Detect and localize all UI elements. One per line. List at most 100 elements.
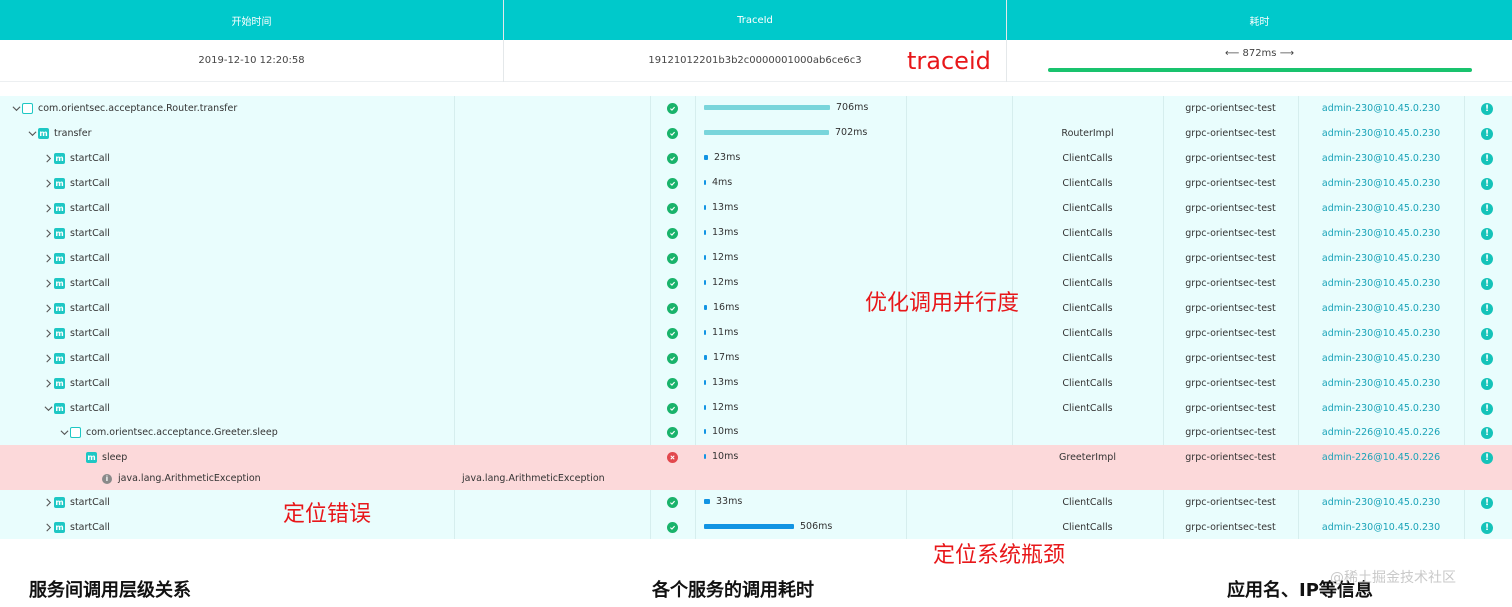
span-row[interactable]: m startCall 13ms ClientCalls grpc-orientsec-… bbox=[0, 371, 1512, 396]
span-row[interactable]: m startCall 16ms ClientCalls grpc-orientsec-… bbox=[0, 296, 1512, 321]
instance-ip-link[interactable]: admin-230@10.45.0.230 bbox=[1298, 121, 1464, 146]
span-detail-icon[interactable]: ! bbox=[1481, 327, 1493, 340]
span-row[interactable]: m startCall 13ms ClientCalls grpc-orientsec-… bbox=[0, 221, 1512, 246]
duration-bar bbox=[704, 429, 706, 434]
span-detail-icon[interactable]: ! bbox=[1481, 177, 1493, 190]
instance-ip-link[interactable]: admin-226@10.45.0.226 bbox=[1298, 420, 1464, 445]
chevron-down-icon[interactable] bbox=[58, 427, 70, 439]
success-check-icon bbox=[667, 328, 678, 339]
span-row[interactable]: m startCall 4ms ClientCalls grpc-orientsec-t… bbox=[0, 171, 1512, 196]
span-detail-icon[interactable]: ! bbox=[1481, 352, 1493, 365]
chevron-right-icon[interactable] bbox=[42, 153, 54, 165]
span-name-cell: i java.lang.ArithmeticException bbox=[90, 466, 261, 491]
span-row[interactable]: m startCall 11ms ClientCalls grpc-orientsec-… bbox=[0, 321, 1512, 346]
component-name: RouterImpl bbox=[1061, 128, 1114, 139]
duration-cell: 12ms bbox=[696, 246, 906, 271]
span-row[interactable]: m startCall 12ms ClientCalls grpc-orientsec-… bbox=[0, 246, 1512, 271]
span-detail-icon[interactable]: ! bbox=[1481, 277, 1493, 290]
span-name: startCall bbox=[70, 253, 110, 264]
instance-ip-link[interactable]: admin-230@10.45.0.230 bbox=[1298, 221, 1464, 246]
duration-bar bbox=[704, 155, 708, 160]
span-row[interactable]: m startCall 33ms ClientCalls grpc-orientsec-… bbox=[0, 490, 1512, 515]
span-detail-icon[interactable]: ! bbox=[1481, 227, 1493, 240]
status-cell bbox=[667, 121, 678, 146]
span-row[interactable]: com.orientsec.acceptance.Router.transfer… bbox=[0, 96, 1512, 121]
instance-ip-link[interactable]: admin-230@10.45.0.230 bbox=[1298, 490, 1464, 515]
component-name: ClientCalls bbox=[1062, 278, 1113, 289]
chevron-down-icon[interactable] bbox=[42, 403, 54, 415]
instance-ip-link[interactable]: admin-230@10.45.0.230 bbox=[1298, 296, 1464, 321]
instance-ip-link[interactable]: admin-230@10.45.0.230 bbox=[1298, 396, 1464, 421]
chevron-right-icon[interactable] bbox=[42, 203, 54, 215]
duration-bar bbox=[704, 355, 707, 360]
method-icon: m bbox=[54, 328, 65, 339]
instance-ip-link[interactable]: admin-230@10.45.0.230 bbox=[1298, 346, 1464, 371]
span-name: startCall bbox=[70, 153, 110, 164]
chevron-right-icon[interactable] bbox=[42, 253, 54, 265]
chevron-right-icon[interactable] bbox=[42, 522, 54, 534]
instance-ip-link[interactable]: admin-230@10.45.0.230 bbox=[1298, 196, 1464, 221]
chevron-right-icon[interactable] bbox=[42, 303, 54, 315]
instance-ip-link[interactable]: admin-230@10.45.0.230 bbox=[1298, 171, 1464, 196]
span-row[interactable]: m startCall 17ms ClientCalls grpc-orientsec-… bbox=[0, 346, 1512, 371]
chevron-right-icon[interactable] bbox=[42, 328, 54, 340]
span-row[interactable]: m transfer 702ms RouterImpl grpc-orientsec-t… bbox=[0, 121, 1512, 146]
chevron-right-icon[interactable] bbox=[42, 353, 54, 365]
span-detail-icon[interactable]: ! bbox=[1481, 252, 1493, 265]
span-row[interactable]: com.orientsec.acceptance.Greeter.sleep 10… bbox=[0, 420, 1512, 445]
duration-cell: 13ms bbox=[696, 196, 906, 221]
chevron-right-icon[interactable] bbox=[42, 278, 54, 290]
status-cell bbox=[667, 171, 678, 196]
duration-cell: ⟵ 872ms ⟶ bbox=[1007, 40, 1512, 82]
span-detail-icon[interactable]: ! bbox=[1481, 451, 1493, 464]
instance-ip-link[interactable]: admin-230@10.45.0.230 bbox=[1298, 246, 1464, 271]
instance-ip-link[interactable]: admin-230@10.45.0.230 bbox=[1298, 271, 1464, 296]
duration-label: 4ms bbox=[712, 177, 733, 188]
span-row[interactable]: m startCall 12ms ClientCalls grpc-orientsec-… bbox=[0, 271, 1512, 296]
span-row[interactable]: m sleep 10ms GreeterImpl grpc-orientsec-test… bbox=[0, 445, 1512, 466]
action-cell: ! bbox=[1481, 246, 1493, 271]
span-detail-icon[interactable]: ! bbox=[1481, 152, 1493, 165]
chevron-down-icon[interactable] bbox=[10, 103, 22, 115]
span-detail-icon[interactable]: ! bbox=[1481, 496, 1493, 509]
chevron-right-icon[interactable] bbox=[42, 497, 54, 509]
method-icon: m bbox=[54, 378, 65, 389]
status-cell bbox=[667, 515, 678, 540]
span-detail-icon[interactable]: ! bbox=[1481, 127, 1493, 140]
instance-ip-link[interactable]: admin-230@10.45.0.230 bbox=[1298, 96, 1464, 121]
instance-ip-link[interactable]: admin-230@10.45.0.230 bbox=[1298, 146, 1464, 171]
total-duration-value: 872ms bbox=[1242, 48, 1277, 59]
duration-cell: 506ms bbox=[696, 515, 906, 540]
span-row[interactable]: m startCall 506ms ClientCalls grpc-orientsec… bbox=[0, 515, 1512, 540]
instance-ip-link[interactable]: admin-230@10.45.0.230 bbox=[1298, 371, 1464, 396]
action-cell: ! bbox=[1481, 420, 1493, 445]
span-name: transfer bbox=[54, 128, 92, 139]
method-icon: m bbox=[54, 253, 65, 264]
start-time-value: 2019-12-10 12:20:58 bbox=[0, 40, 503, 82]
duration-cell: 33ms bbox=[696, 490, 906, 515]
span-name: startCall bbox=[70, 278, 110, 289]
duration-bar bbox=[704, 330, 706, 335]
duration-cell: 12ms bbox=[696, 396, 906, 421]
instance-ip-link[interactable]: admin-230@10.45.0.230 bbox=[1298, 321, 1464, 346]
span-name-cell: com.orientsec.acceptance.Router.transfer bbox=[10, 96, 237, 121]
span-detail-icon[interactable]: ! bbox=[1481, 426, 1493, 439]
chevron-right-icon[interactable] bbox=[42, 228, 54, 240]
span-detail-icon[interactable]: ! bbox=[1481, 521, 1493, 534]
span-row[interactable]: m startCall 23ms ClientCalls grpc-orientsec-… bbox=[0, 146, 1512, 171]
chevron-right-icon[interactable] bbox=[42, 378, 54, 390]
chevron-down-icon[interactable] bbox=[26, 128, 38, 140]
action-cell: ! bbox=[1481, 96, 1493, 121]
info-icon: i bbox=[102, 473, 112, 484]
instance-ip-link[interactable]: admin-230@10.45.0.230 bbox=[1298, 515, 1464, 540]
span-detail-icon[interactable]: ! bbox=[1481, 102, 1493, 115]
span-detail-icon[interactable]: ! bbox=[1481, 377, 1493, 390]
span-row[interactable]: m startCall 12ms ClientCalls grpc-orientsec-… bbox=[0, 396, 1512, 421]
exception-row[interactable]: i java.lang.ArithmeticException java.lang.… bbox=[0, 466, 1512, 490]
span-detail-icon[interactable]: ! bbox=[1481, 302, 1493, 315]
component-name: ClientCalls bbox=[1062, 353, 1113, 364]
span-row[interactable]: m startCall 13ms ClientCalls grpc-orientsec-… bbox=[0, 196, 1512, 221]
chevron-right-icon[interactable] bbox=[42, 178, 54, 190]
span-detail-icon[interactable]: ! bbox=[1481, 202, 1493, 215]
span-detail-icon[interactable]: ! bbox=[1481, 402, 1493, 415]
